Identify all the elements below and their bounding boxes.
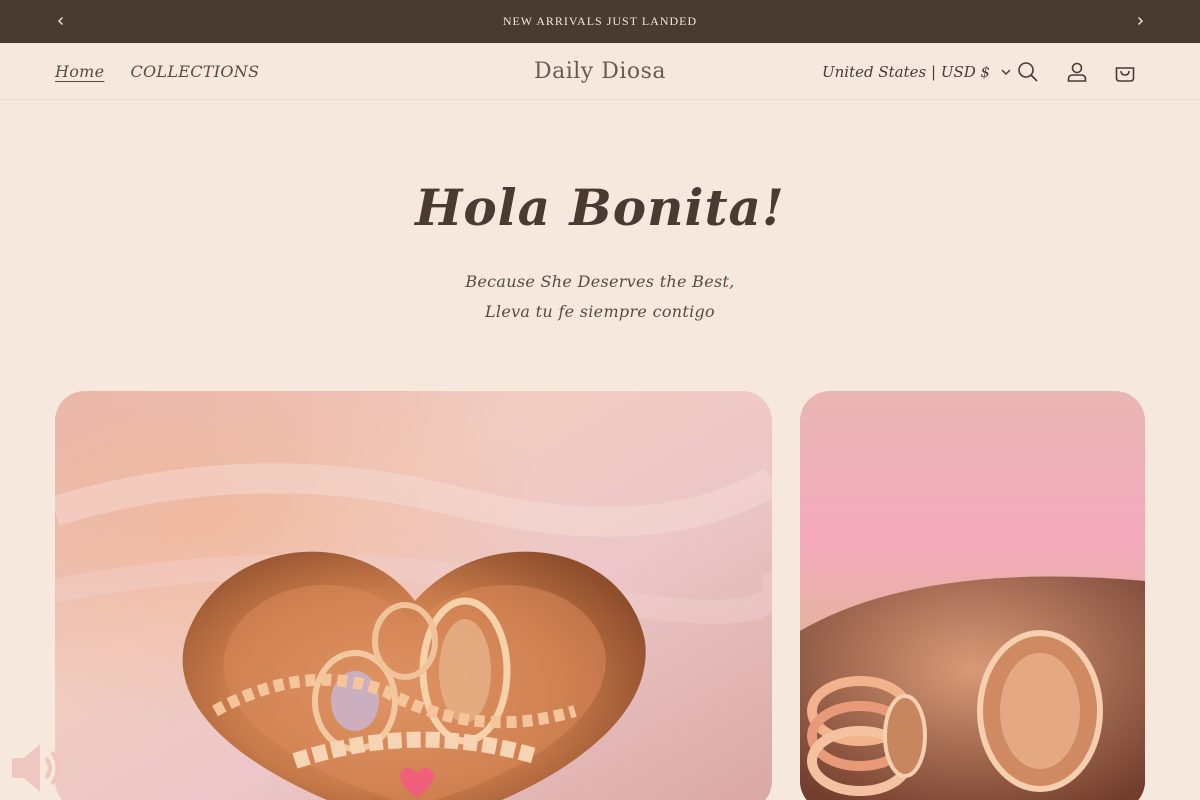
speaker-icon	[12, 744, 60, 792]
search-icon	[1018, 62, 1038, 82]
hero-subtitle-line-1: Because She Deserves the Best,	[465, 272, 735, 291]
nav-link-home[interactable]: Home	[55, 62, 104, 81]
site-logo[interactable]: Daily Diosa	[534, 59, 666, 84]
chevron-left-icon	[58, 17, 63, 25]
announcement-text: NEW ARRIVALS JUST LANDED	[502, 14, 698, 28]
hero-title: Hola Bonita!	[415, 178, 785, 237]
site-header: Home COLLECTIONS Daily Diosa United Stat…	[0, 43, 1200, 100]
account-icon	[1067, 62, 1087, 82]
announcement-prev-button[interactable]	[48, 8, 74, 34]
heart-dish-jewelry-photo	[55, 391, 772, 800]
sound-toggle-button[interactable]	[8, 740, 68, 796]
cart-button[interactable]	[1109, 56, 1141, 88]
country-currency-selector[interactable]: United States | USD $	[822, 43, 1012, 100]
search-button[interactable]	[1012, 56, 1044, 88]
account-button[interactable]	[1061, 56, 1093, 88]
chevron-right-icon	[1138, 17, 1143, 25]
hero-subtitle-line-2: Lleva tu fe siempre contigo	[484, 302, 715, 321]
rings-and-pendant-photo	[800, 391, 1145, 800]
nav-link-collections[interactable]: COLLECTIONS	[130, 62, 259, 81]
main-nav: Home COLLECTIONS	[55, 43, 259, 100]
wishlist-heart-button[interactable]	[398, 766, 436, 800]
announcement-next-button[interactable]	[1127, 8, 1153, 34]
heart-icon	[400, 768, 434, 798]
announcement-bar: NEW ARRIVALS JUST LANDED	[0, 0, 1200, 43]
chevron-down-icon	[1001, 69, 1011, 75]
cart-icon	[1115, 67, 1135, 82]
country-currency-label: United States | USD $	[822, 62, 991, 81]
